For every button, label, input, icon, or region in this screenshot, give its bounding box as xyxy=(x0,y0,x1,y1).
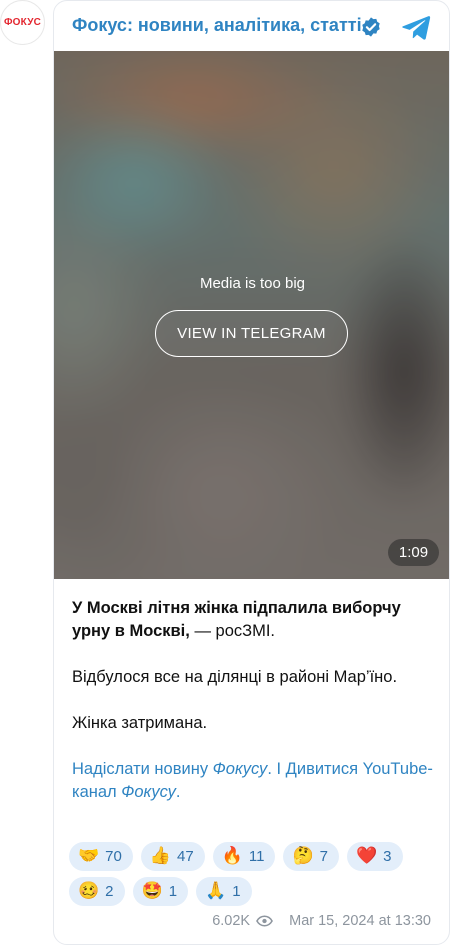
thinking-face-icon: 🤔 xyxy=(292,846,314,866)
video-duration-badge: 1:09 xyxy=(388,539,439,566)
view-in-telegram-button[interactable]: VIEW IN TELEGRAM xyxy=(155,310,348,357)
heart-icon: ❤️ xyxy=(355,846,378,866)
reaction-handshake[interactable]: 🤝 70 xyxy=(69,842,133,871)
reaction-count: 47 xyxy=(177,848,194,865)
verified-badge-icon xyxy=(362,17,380,37)
video-preview[interactable]: Media is too big VIEW IN TELEGRAM 1:09 xyxy=(54,51,449,579)
reaction-count: 3 xyxy=(383,848,392,865)
message-header: Фокус: новини, аналітика, статті xyxy=(54,1,449,53)
message-meta: 6.02K Mar 15, 2024 at 13:30 xyxy=(212,913,431,929)
post-date[interactable]: Mar 15, 2024 at 13:30 xyxy=(289,913,431,929)
reaction-star-struck[interactable]: 🤩 1 xyxy=(132,877,189,906)
reaction-count: 70 xyxy=(105,848,122,865)
channel-avatar[interactable]: ФОКУС xyxy=(0,0,45,45)
eye-icon xyxy=(256,915,274,927)
link-separator: І xyxy=(271,760,286,778)
reaction-row: 🤝 70 👍 47 🔥 11 🤔 7 ❤️ 3 xyxy=(69,842,439,871)
reaction-count: 1 xyxy=(232,883,241,900)
reaction-thinking[interactable]: 🤔 7 xyxy=(283,842,339,871)
post-links: Надіслати новину Фокусу. І Дивитися YouT… xyxy=(72,758,437,804)
headline-source: — росЗМІ. xyxy=(189,622,276,640)
post-paragraph: Жінка затримана. xyxy=(72,714,208,732)
reaction-pray[interactable]: 🙏 1 xyxy=(196,877,252,906)
star-struck-icon: 🤩 xyxy=(141,881,163,901)
thumbs-up-icon: 👍 xyxy=(149,846,172,866)
reaction-heart[interactable]: ❤️ 3 xyxy=(346,842,403,871)
woozy-face-icon: 🥴 xyxy=(78,881,100,901)
reaction-thumbs-up[interactable]: 👍 47 xyxy=(140,842,205,871)
fire-icon: 🔥 xyxy=(221,846,243,866)
post-text: У Москві літня жінка підпалила виборчу у… xyxy=(72,597,437,804)
post-paragraph: Відбулося все на ділянці в районі Мар’їн… xyxy=(72,668,398,686)
media-too-big-note: Media is too big xyxy=(199,275,306,292)
reactions-bar: 🤝 70 👍 47 🔥 11 🤔 7 ❤️ 3 🥴 2 🤩 1 🙏 1 xyxy=(69,842,439,912)
reaction-fire[interactable]: 🔥 11 xyxy=(212,842,276,871)
view-count: 6.02K xyxy=(212,913,251,929)
reaction-count: 2 xyxy=(105,883,114,900)
message-card: Фокус: новини, аналітика, статті Media i… xyxy=(53,0,450,945)
folded-hands-icon: 🙏 xyxy=(205,881,227,901)
reaction-woozy[interactable]: 🥴 2 xyxy=(69,877,125,906)
reaction-count: 11 xyxy=(248,848,265,865)
telegram-icon[interactable] xyxy=(401,12,432,43)
post-headline: У Москві літня жінка підпалила виборчу у… xyxy=(72,597,437,643)
send-news-link[interactable]: Надіслати новину Фокусу. xyxy=(72,760,272,778)
channel-title[interactable]: Фокус: новини, аналітика, статті xyxy=(72,15,362,36)
reaction-count: 7 xyxy=(319,848,328,865)
reaction-row: 🥴 2 🤩 1 🙏 1 xyxy=(69,877,439,906)
reaction-count: 1 xyxy=(168,883,178,900)
handshake-icon: 🤝 xyxy=(78,846,100,866)
